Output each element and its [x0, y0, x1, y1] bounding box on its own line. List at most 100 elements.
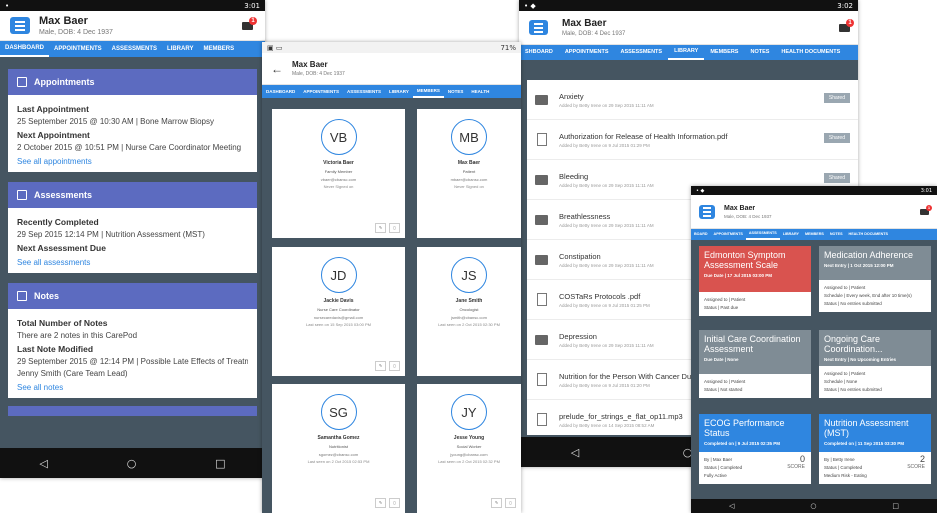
member-card[interactable]: MB Max Baer Patient mbaer@cbansc.com Nev…: [417, 109, 521, 238]
last-appointment-value: 25 September 2015 @ 10:30 AM | Bone Marr…: [17, 117, 214, 126]
edit-icon[interactable]: ✎: [375, 361, 386, 371]
edit-icon[interactable]: ✎: [491, 498, 502, 508]
back-nav-icon[interactable]: ◁: [729, 502, 734, 510]
member-card[interactable]: JD Jackie Davis Nurse Care Coordinator n…: [272, 247, 405, 376]
shared-badge: Shared: [823, 133, 850, 143]
patient-info: Male, DOB: 4 Dec 1937: [292, 71, 345, 77]
tab-health-documents[interactable]: HEALTH DOCUMENTS: [846, 230, 891, 239]
recently-completed-value: 29 Sep 2015 12:14 PM | Nutrition Assessm…: [17, 230, 205, 239]
member-card[interactable]: JY Jesse Young Social Worker jyoung@cban…: [417, 384, 521, 513]
tab-library[interactable]: LIBRARY: [780, 230, 802, 239]
appointments-card: Appointments Last Appointment 25 Septemb…: [8, 69, 257, 172]
avatar: SG: [320, 394, 357, 430]
tab-members[interactable]: MEMBERS: [802, 230, 827, 239]
tab-appointments[interactable]: APPOINTMENTS: [49, 42, 107, 56]
edit-icon: [17, 291, 27, 301]
next-appointment-value: 2 October 2015 @ 10:51 PM | Nurse Care C…: [17, 143, 242, 152]
tab-library[interactable]: LIBRARY: [668, 45, 705, 60]
tab-members[interactable]: MEMBERS: [412, 85, 444, 98]
tab-dashboard[interactable]: SHBOARD: [519, 46, 559, 59]
notification-badge: 1: [249, 17, 257, 25]
patient-name: Max Baer: [39, 15, 88, 27]
app-bar: ← Max Baer Male, DOB: 4 Dec 1937: [262, 53, 521, 85]
tab-dashboard[interactable]: DASHBOARD: [0, 41, 49, 57]
delete-icon[interactable]: ▯: [389, 498, 400, 508]
file-icon: [536, 293, 547, 306]
tab-assessments[interactable]: ASSESSMENTS: [107, 42, 162, 56]
assessment-card[interactable]: Medication Adherence Next Entry | 1 Oct …: [819, 246, 931, 312]
assessment-card-header: Initial Care Coordination Assessment Due…: [699, 330, 811, 374]
mail-icon[interactable]: 1: [920, 205, 932, 215]
tab-assessments[interactable]: ASSESSMENTS: [745, 229, 780, 240]
mail-icon[interactable]: 1: [839, 19, 854, 32]
appointments-header: Appointments: [8, 69, 257, 95]
menu-icon[interactable]: [529, 20, 548, 35]
last-appointment-label: Last Appointment: [17, 104, 89, 114]
total-notes-value: There are 2 notes in this CarePod: [17, 331, 138, 340]
tab-members[interactable]: MEMBERS: [704, 46, 744, 59]
delete-icon[interactable]: ▯: [505, 498, 516, 508]
library-item[interactable]: Anxiety Added by Betty Irene on 29 Sep 20…: [527, 80, 858, 120]
member-card[interactable]: SG Samantha Gomez Nutritionist sgomez@cb…: [272, 384, 405, 513]
home-nav-icon[interactable]: ○: [127, 457, 137, 470]
tab-notes[interactable]: NOTES: [827, 230, 846, 239]
assessment-card[interactable]: Initial Care Coordination Assessment Due…: [699, 330, 811, 398]
patient-info: Male, DOB: 4 Dec 1937: [562, 31, 626, 37]
assessment-card[interactable]: ECOG Performance Status Completed on | 9…: [699, 414, 811, 484]
see-all-assessments-link[interactable]: See all assessments: [17, 258, 248, 267]
delete-icon[interactable]: ▯: [389, 361, 400, 371]
recent-nav-icon[interactable]: □: [215, 457, 225, 470]
file-icon: [536, 133, 547, 146]
notification-dot-icon: • ◆: [524, 1, 536, 10]
tab-notes[interactable]: NOTES: [744, 46, 775, 59]
status-icons: ▣ ▭: [267, 43, 283, 52]
tab-dashboard[interactable]: BOARD: [691, 230, 711, 239]
edit-icon[interactable]: ✎: [375, 223, 386, 233]
avatar: MB: [451, 119, 487, 155]
shared-badge: Shared: [823, 93, 850, 103]
shared-badge: Shared: [823, 173, 850, 183]
folder-icon: [535, 94, 548, 105]
home-nav-icon[interactable]: ○: [810, 502, 816, 510]
tab-library[interactable]: LIBRARY: [385, 86, 413, 97]
tab-appointments[interactable]: APPOINTMENTS: [559, 46, 615, 59]
assessment-card[interactable]: Nutrition Assessment (MST) Completed on …: [819, 414, 931, 484]
delete-icon[interactable]: ▯: [389, 223, 400, 233]
folder-icon: [535, 174, 548, 185]
avatar: JS: [451, 257, 487, 293]
folder-icon: [535, 334, 548, 345]
library-item[interactable]: Authorization for Release of Health Info…: [527, 120, 858, 160]
menu-icon[interactable]: [699, 204, 715, 219]
tab-appointments[interactable]: APPOINTMENTS: [299, 86, 343, 97]
app-bar: Max Baer Male, DOB: 4 Dec 1937 1: [0, 11, 265, 41]
assessment-card[interactable]: Ongoing Care Coordination... Next Entry …: [819, 330, 931, 398]
recent-nav-icon[interactable]: □: [892, 502, 899, 510]
tab-dashboard[interactable]: DASHBOARD: [262, 86, 299, 97]
assessment-card[interactable]: Edmonton Symptom Assessment Scale Due Da…: [699, 246, 811, 316]
total-notes-label: Total Number of Notes: [17, 318, 108, 328]
last-note-label: Last Note Modified: [17, 344, 94, 354]
mail-icon[interactable]: 1: [242, 17, 257, 30]
tab-members[interactable]: MEMBERS: [198, 42, 239, 56]
tab-health[interactable]: HEALTH: [467, 86, 493, 97]
see-all-appointments-link[interactable]: See all appointments: [17, 157, 248, 166]
tab-health-documents[interactable]: HEALTH DOCUMENTS: [775, 46, 846, 59]
app-bar: Max Baer Male, DOB: 4 Dec 1937 1: [519, 11, 858, 45]
tab-notes[interactable]: NOTES: [444, 86, 468, 97]
assessments-screen: • ◆ 3:01 Max Baer Male, DOB: 4 Dec 1937 …: [691, 186, 937, 513]
notification-dot-icon: •: [5, 1, 10, 10]
app-bar: Max Baer Male, DOB: 4 Dec 1937 1: [691, 195, 937, 229]
tab-appointments[interactable]: APPOINTMENTS: [711, 230, 746, 239]
member-card[interactable]: VB Victoria Baer Family Member vbaer@cba…: [272, 109, 405, 238]
member-card[interactable]: JS Jane Smith Oncologist jsmith@cbansc.c…: [417, 247, 521, 376]
android-nav-bar: ◁ ○ □: [0, 448, 265, 478]
tab-library[interactable]: LIBRARY: [162, 42, 198, 56]
back-nav-icon[interactable]: ◁: [39, 457, 47, 470]
tab-assessments[interactable]: ASSESSMENTS: [615, 46, 669, 59]
tab-assessments[interactable]: ASSESSMENTS: [343, 86, 385, 97]
see-all-notes-link[interactable]: See all notes: [17, 383, 248, 392]
back-arrow-icon[interactable]: ←: [271, 62, 283, 76]
back-nav-icon[interactable]: ◁: [571, 446, 579, 459]
edit-icon[interactable]: ✎: [375, 498, 386, 508]
menu-icon[interactable]: [10, 17, 30, 34]
